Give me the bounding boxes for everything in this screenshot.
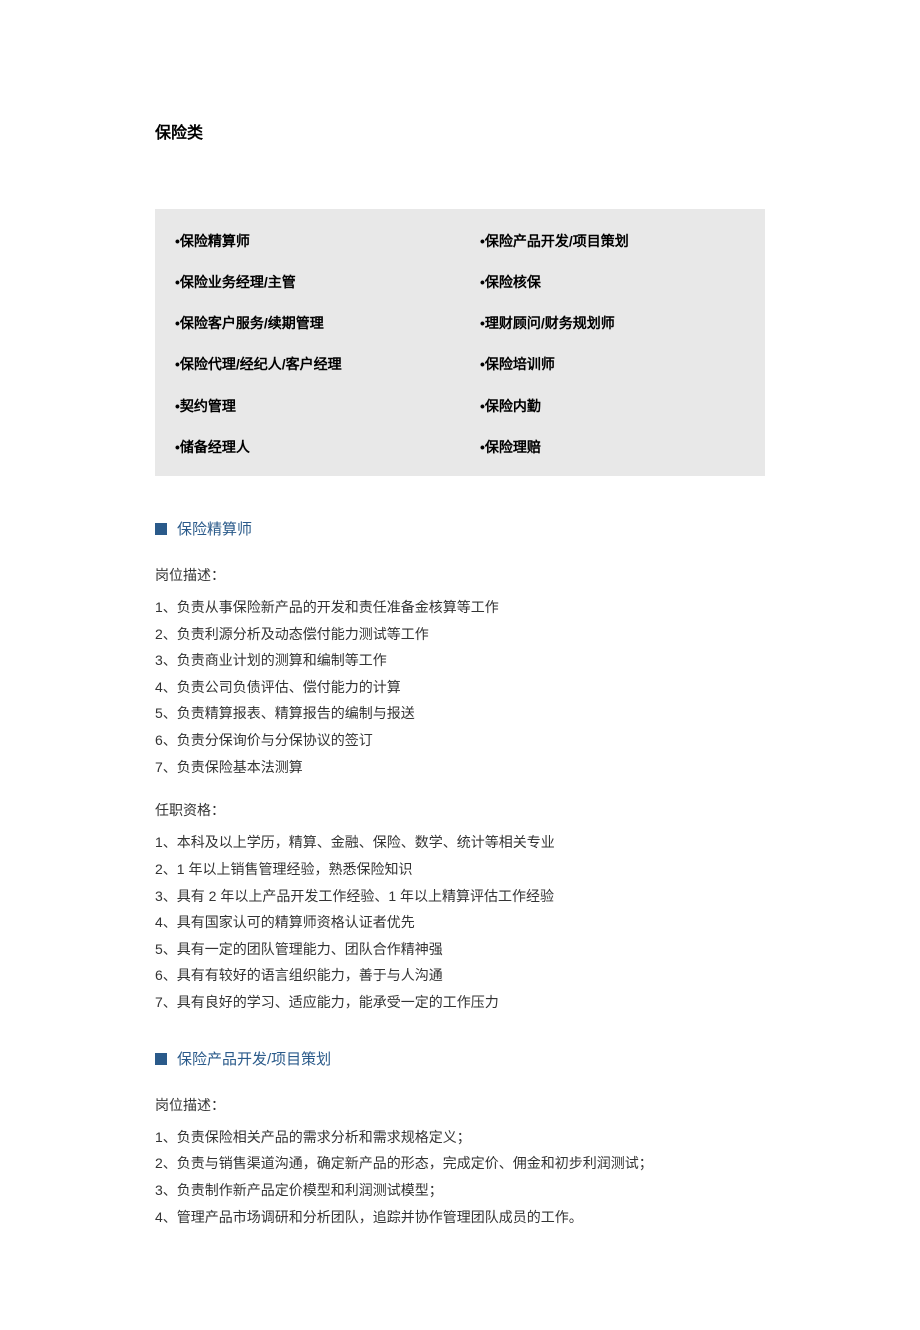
category-item: •保险代理/经纪人/客户经理 (155, 344, 460, 385)
description-item: 6、负责分保询价与分保协议的签订 (155, 727, 765, 754)
qualification-item: 5、具有一定的团队管理能力、团队合作精神强 (155, 936, 765, 963)
square-bullet-icon (155, 1053, 167, 1065)
description-item: 2、负责与销售渠道沟通，确定新产品的形态，完成定价、佣金和初步利润测试； (155, 1150, 765, 1177)
category-item: •保险业务经理/主管 (155, 262, 460, 303)
description-item: 1、负责从事保险新产品的开发和责任准备金核算等工作 (155, 594, 765, 621)
table-row: •契约管理 •保险内勤 (155, 386, 765, 427)
table-row: •保险精算师 •保险产品开发/项目策划 (155, 221, 765, 262)
square-bullet-icon (155, 523, 167, 535)
category-item: •理财顾问/财务规划师 (460, 303, 765, 344)
category-item: •保险精算师 (155, 221, 460, 262)
description-item: 4、管理产品市场调研和分析团队，追踪并协作管理团队成员的工作。 (155, 1204, 765, 1231)
category-item: •储备经理人 (155, 427, 460, 468)
description-item: 4、负责公司负债评估、偿付能力的计算 (155, 674, 765, 701)
table-row: •保险业务经理/主管 •保险核保 (155, 262, 765, 303)
category-table: •保险精算师 •保险产品开发/项目策划 •保险业务经理/主管 •保险核保 •保险… (155, 209, 765, 476)
description-item: 7、负责保险基本法测算 (155, 754, 765, 781)
category-item: •保险产品开发/项目策划 (460, 221, 765, 262)
page-title: 保险类 (155, 120, 765, 149)
qualification-item: 1、本科及以上学历，精算、金融、保险、数学、统计等相关专业 (155, 829, 765, 856)
description-item: 5、负责精算报表、精算报告的编制与报送 (155, 700, 765, 727)
qualification-label: 任职资格： (155, 798, 765, 823)
section-title: 保险精算师 (177, 516, 252, 543)
table-row: •储备经理人 •保险理赔 (155, 427, 765, 468)
qualification-item: 7、具有良好的学习、适应能力，能承受一定的工作压力 (155, 989, 765, 1016)
qualification-item: 4、具有国家认可的精算师资格认证者优先 (155, 909, 765, 936)
description-item: 2、负责利源分析及动态偿付能力测试等工作 (155, 621, 765, 648)
description-label: 岗位描述： (155, 563, 765, 588)
qualification-item: 6、具有有较好的语言组织能力，善于与人沟通 (155, 962, 765, 989)
qualification-item: 3、具有 2 年以上产品开发工作经验、1 年以上精算评估工作经验 (155, 883, 765, 910)
table-row: •保险客户服务/续期管理 •理财顾问/财务规划师 (155, 303, 765, 344)
section-header-actuary: 保险精算师 (155, 516, 765, 543)
category-item: •保险核保 (460, 262, 765, 303)
description-item: 3、负责商业计划的测算和编制等工作 (155, 647, 765, 674)
table-row: •保险代理/经纪人/客户经理 •保险培训师 (155, 344, 765, 385)
category-item: •契约管理 (155, 386, 460, 427)
category-item: •保险客户服务/续期管理 (155, 303, 460, 344)
description-label: 岗位描述： (155, 1093, 765, 1118)
qualification-item: 2、1 年以上销售管理经验，熟悉保险知识 (155, 856, 765, 883)
category-item: •保险理赔 (460, 427, 765, 468)
description-item: 3、负责制作新产品定价模型和利润测试模型； (155, 1177, 765, 1204)
section-header-product-dev: 保险产品开发/项目策划 (155, 1046, 765, 1073)
description-item: 1、负责保险相关产品的需求分析和需求规格定义； (155, 1124, 765, 1151)
section-title: 保险产品开发/项目策划 (177, 1046, 331, 1073)
category-item: •保险内勤 (460, 386, 765, 427)
category-item: •保险培训师 (460, 344, 765, 385)
